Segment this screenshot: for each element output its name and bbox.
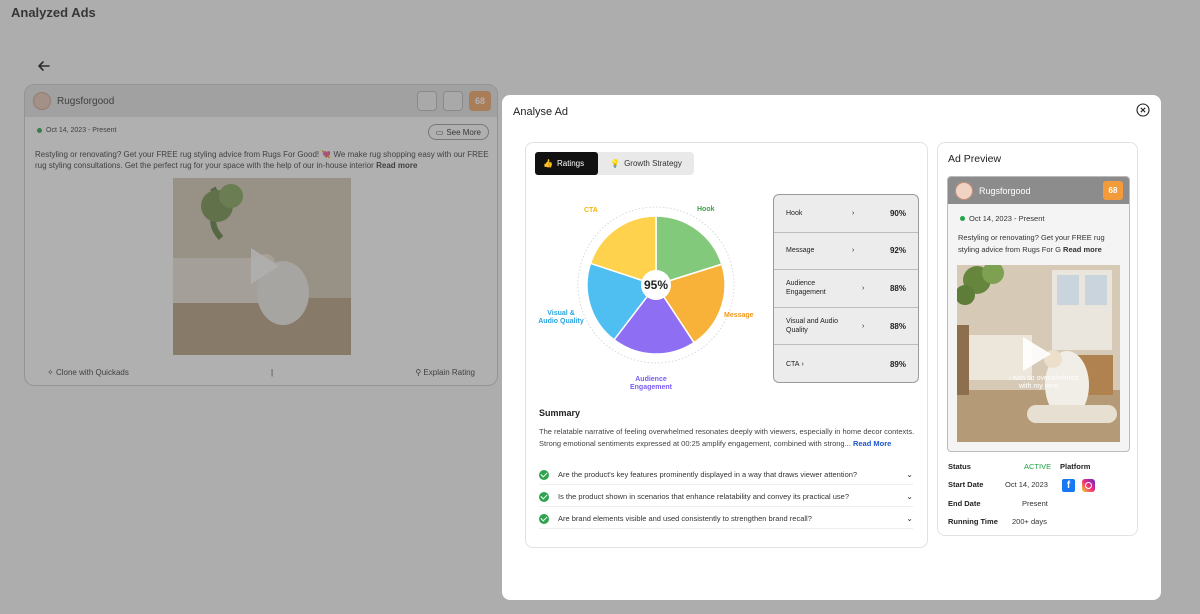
- chart-label-cta: CTA: [584, 207, 598, 214]
- question-row[interactable]: Is the product shown in scenarios that e…: [539, 487, 913, 507]
- chevron-right-icon: ›: [801, 360, 804, 368]
- tab-ratings[interactable]: 👍 Ratings: [535, 152, 598, 175]
- pie-chart-svg: 95%: [577, 206, 735, 364]
- start-date-value: Oct 14, 2023: [1005, 480, 1048, 489]
- end-date-label: End Date: [948, 499, 981, 508]
- preview-score-badge: 68: [1103, 181, 1123, 200]
- preview-date: Oct 14, 2023 - Present: [960, 214, 1044, 223]
- platform-label: Platform: [1060, 462, 1091, 471]
- rating-row-message[interactable]: Message › 92%: [774, 233, 918, 271]
- preview-header: Rugsforgood 68: [948, 177, 1129, 204]
- tab-bar: 👍 Ratings 💡 Growth Strategy: [535, 152, 694, 175]
- chevron-right-icon: ›: [852, 247, 855, 255]
- check-circle-icon: [539, 491, 549, 502]
- summary-title: Summary: [539, 408, 581, 418]
- facebook-icon: f: [1062, 479, 1075, 492]
- start-date-label: Start Date: [948, 480, 984, 489]
- chevron-down-icon: ⌄: [906, 470, 913, 479]
- status-label: Status: [948, 462, 971, 471]
- brand-logo: [955, 181, 973, 200]
- analyse-ad-modal: Analyse Ad 👍 Ratings 💡 Growth Strategy 9…: [502, 95, 1161, 600]
- summary-text: The relatable narrative of feeling overw…: [539, 427, 915, 448]
- summary-read-more-link[interactable]: Read More: [853, 439, 891, 448]
- modal-title: Analyse Ad: [513, 106, 569, 118]
- end-date-value: Present: [1022, 499, 1048, 508]
- preview-read-more-link[interactable]: Read more: [1063, 245, 1102, 254]
- check-circle-icon: [539, 513, 549, 524]
- active-dot: [960, 216, 965, 221]
- instagram-icon: [1082, 479, 1095, 492]
- question-row[interactable]: Are brand elements visible and used cons…: [539, 509, 913, 529]
- close-icon[interactable]: [1136, 103, 1150, 117]
- lightbulb-icon: 💡: [610, 159, 621, 168]
- tab-growth-strategy[interactable]: 💡 Growth Strategy: [598, 152, 694, 175]
- ratings-pie-chart: 95% CTA Hook Message Audience Engagement…: [534, 189, 778, 404]
- analysis-panel: 👍 Ratings 💡 Growth Strategy 95% CTA Hook…: [525, 142, 928, 548]
- chevron-right-icon: ›: [862, 322, 865, 330]
- check-circle-icon: [539, 469, 549, 480]
- chart-label-hook: Hook: [697, 206, 715, 213]
- video-caption-line-1: I was so overwhelmed: [1009, 375, 1078, 382]
- running-time-label: Running Time: [948, 517, 998, 526]
- video-caption-line-2: with my reno.: [1018, 383, 1061, 390]
- rating-row-hook[interactable]: Hook › 90%: [774, 195, 918, 233]
- ad-preview-card: Rugsforgood 68 Oct 14, 2023 - Present Re…: [947, 176, 1130, 452]
- ad-preview-title: Ad Preview: [948, 153, 1002, 165]
- preview-video[interactable]: I was so overwhelmed with my reno.: [957, 265, 1120, 442]
- chevron-right-icon: ›: [862, 284, 865, 292]
- preview-brand-name: Rugsforgood: [979, 185, 1031, 196]
- ad-preview-panel: Ad Preview Rugsforgood 68 Oct 14, 2023 -…: [937, 142, 1138, 536]
- rating-row-cta[interactable]: CTA › 89%: [774, 345, 918, 383]
- thumbs-up-icon: 👍: [543, 159, 553, 168]
- preview-description: Restyling or renovating? Get your FREE r…: [958, 233, 1105, 254]
- rating-row-audience-engagement[interactable]: Audience Engagement › 88%: [774, 270, 918, 308]
- running-time-value: 200+ days: [1012, 517, 1047, 526]
- chart-label-audience-engagement: Audience Engagement: [629, 376, 672, 391]
- question-row[interactable]: Are the product's key features prominent…: [539, 465, 913, 485]
- chevron-down-icon: ⌄: [906, 492, 913, 501]
- chevron-down-icon: ⌄: [906, 514, 913, 523]
- pie-center-label: 95%: [644, 278, 668, 292]
- chart-label-message: Message: [724, 312, 754, 319]
- chart-label-visual-audio: Visual & Audio Quality: [538, 310, 584, 325]
- chevron-right-icon: ›: [852, 209, 855, 217]
- status-value: ACTIVE: [1024, 462, 1052, 471]
- rating-row-visual-audio[interactable]: Visual and Audio Quality › 88%: [774, 308, 918, 346]
- ratings-list: Hook › 90% Message › 92% Audience Engage…: [773, 194, 919, 383]
